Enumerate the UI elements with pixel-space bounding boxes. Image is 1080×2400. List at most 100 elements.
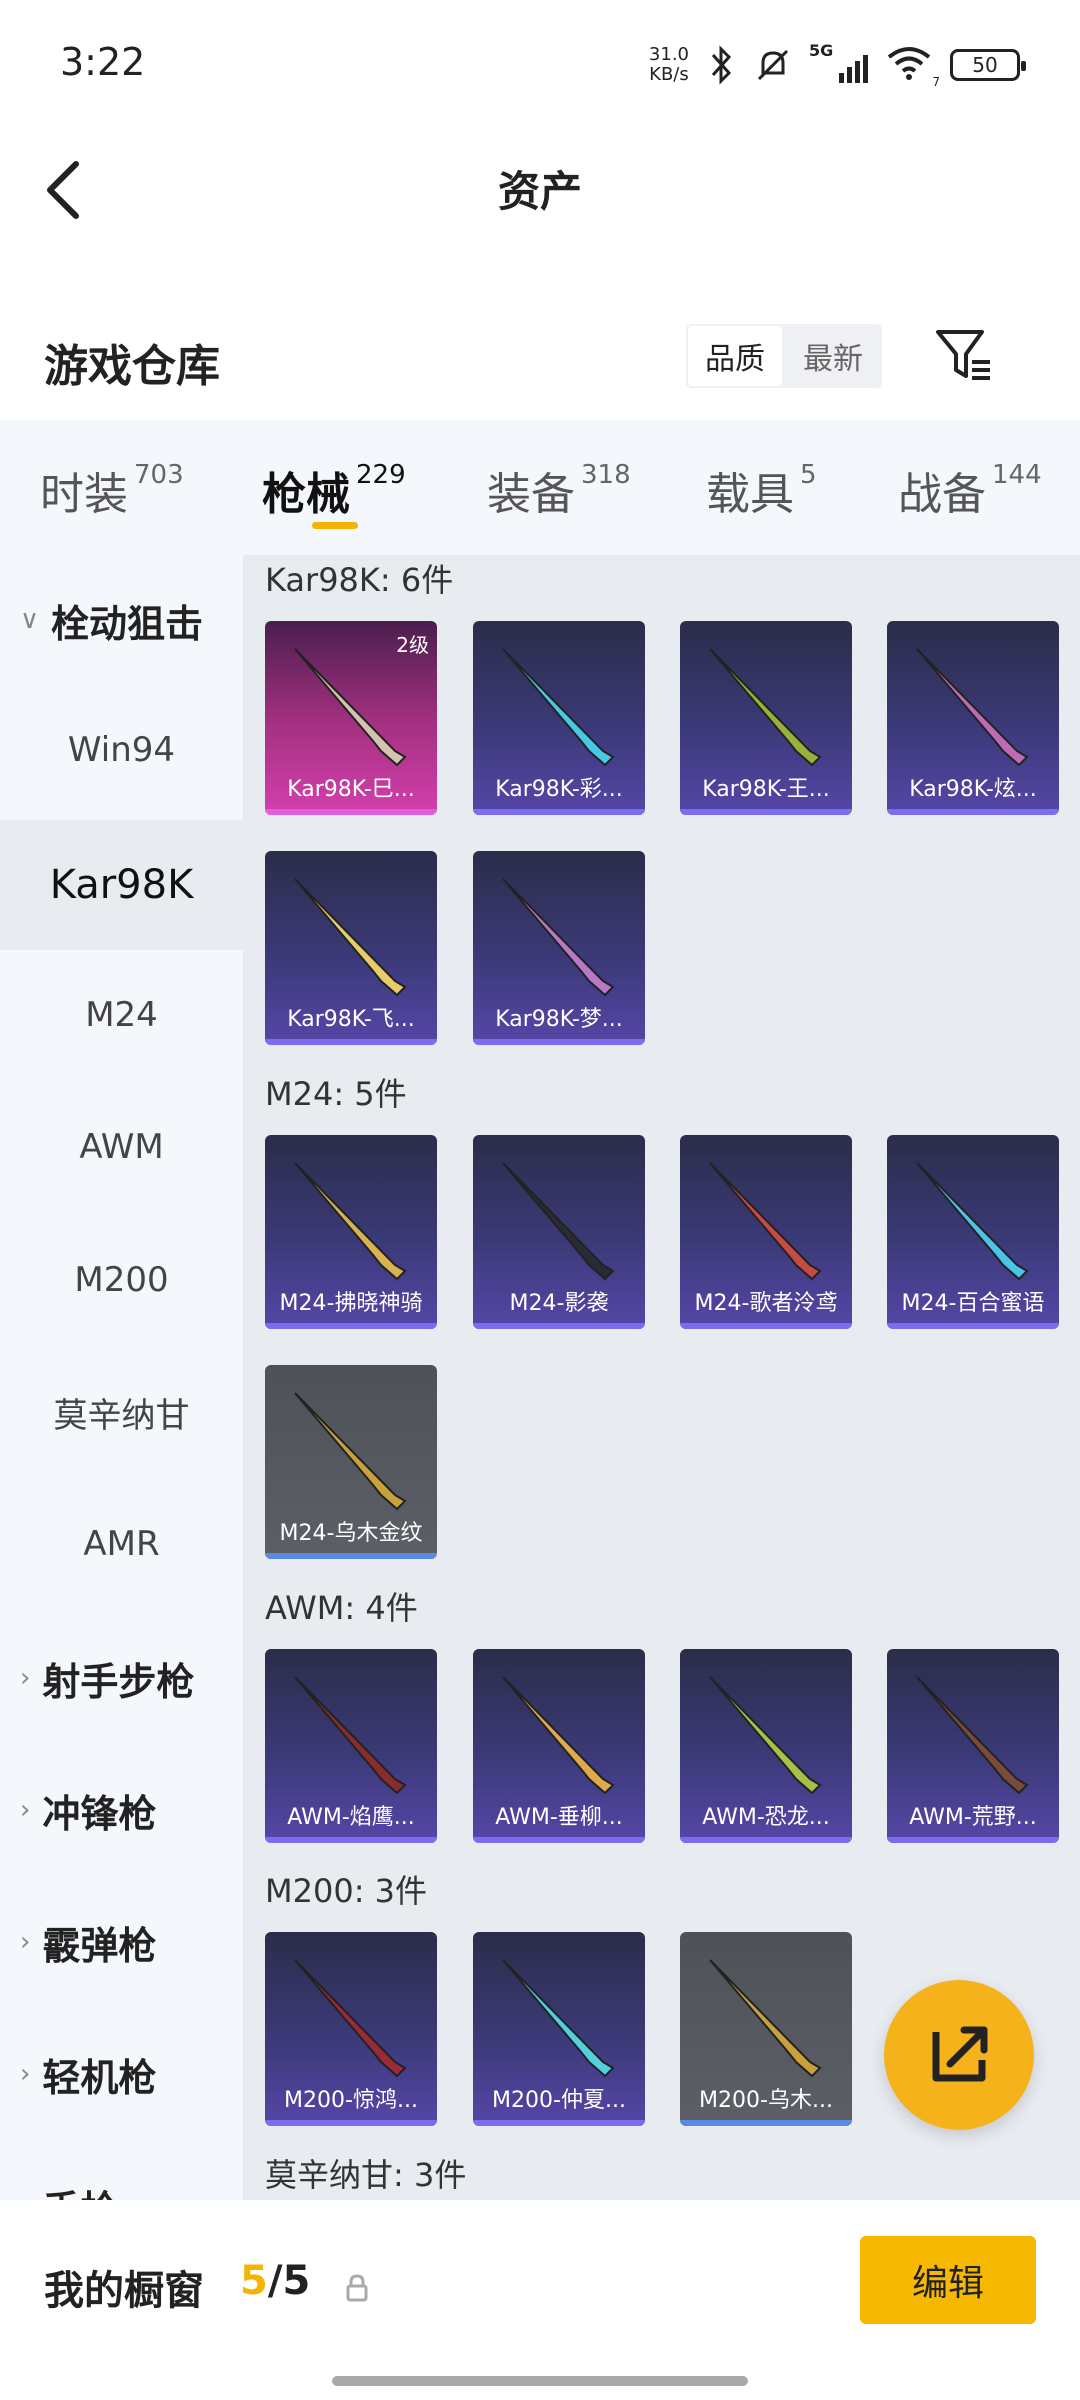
weapon-name: M200-乌木... [699, 2088, 833, 2113]
weapon-card[interactable]: AWM-垂柳... [473, 1649, 645, 1843]
weapon-card[interactable]: Kar98K-王... [680, 621, 852, 815]
weapon-card[interactable]: M24-歌者泠鸢 [680, 1135, 852, 1329]
weapon-card[interactable]: AWM-荒野... [887, 1649, 1059, 1843]
showcase-count: 5/5 [240, 2258, 310, 2304]
weapon-name: Kar98K-飞... [287, 1007, 415, 1032]
weapon-card[interactable]: Kar98K-炫... [887, 621, 1059, 815]
weapon-name: Kar98K-梦... [495, 1007, 623, 1032]
chevron-right-icon: › [20, 1795, 31, 1825]
weapon-name: Kar98K-彩... [495, 777, 623, 802]
rarity-bar [887, 809, 1059, 815]
sidebar-item-amr[interactable]: AMR [0, 1479, 243, 1609]
rifle-icon [502, 1676, 615, 1795]
weapon-name: AWM-荒野... [909, 1805, 1037, 1830]
section-title-mosin: 莫辛纳甘: 3件 [265, 2156, 467, 2194]
chevron-right-icon: › [20, 2191, 30, 2200]
page-title: 资产 [497, 167, 582, 216]
sidebar-group-smg[interactable]: › 冲锋枪 [0, 1745, 243, 1875]
sort-newest-option[interactable]: 最新 [784, 324, 882, 388]
weapon-card[interactable]: AWM-恐龙... [680, 1649, 852, 1843]
weapon-name: M24-拂晓神骑 [279, 1291, 423, 1316]
weapon-name: Kar98K-巳... [287, 777, 415, 802]
sidebar-item-win94[interactable]: Win94 [0, 685, 243, 815]
rifle-icon [502, 648, 615, 767]
rarity-bar [473, 1837, 645, 1843]
sidebar-item-mosin[interactable]: 莫辛纳甘 [0, 1347, 243, 1477]
sidebar-item-m200[interactable]: M200 [0, 1215, 243, 1345]
status-time: 3:22 [60, 40, 146, 84]
sidebar-group-pistol[interactable]: › 手枪 [0, 2141, 243, 2201]
level-badge: 2级 [396, 633, 429, 657]
sidebar-item-m24[interactable]: M24 [0, 950, 243, 1080]
sort-quality-option[interactable]: 品质 [686, 324, 784, 388]
sidebar-group-label: 手枪 [42, 2179, 118, 2201]
sidebar-group-lmg[interactable]: › 轻机枪 [0, 2009, 243, 2139]
rifle-icon [916, 648, 1029, 767]
weapon-type-sidebar: ∨ 栓动狙击 Win94 Kar98K M24 AWM M200 莫辛纳甘 AM… [0, 555, 243, 2200]
gesture-nav-handle [332, 2376, 748, 2386]
weapon-card[interactable]: M24-百合蜜语 [887, 1135, 1059, 1329]
mute-icon [757, 49, 789, 81]
sidebar-group-shotgun[interactable]: › 霰弹枪 [0, 1877, 243, 2007]
tab-vehicles[interactable]: 载具 5 [706, 458, 817, 522]
filter-icon[interactable] [932, 322, 996, 386]
weapon-grid: Kar98K: 6件 M24: 5件 AWM: 4件 M200: 3件 莫辛纳甘… [243, 555, 1080, 2200]
tab-label: 枪械 [262, 469, 350, 520]
sidebar-group-label: 射手步枪 [42, 1659, 195, 1704]
cellular-signal-icon: 5G [809, 41, 868, 83]
rarity-bar [473, 809, 645, 815]
showcase-label: 我的橱窗 [44, 2268, 204, 2314]
weapon-name: M24-歌者泠鸢 [694, 1291, 838, 1316]
rifle-icon [502, 1959, 615, 2078]
network-speed-value: 31.0 [648, 44, 689, 65]
chevron-right-icon: › [20, 1927, 31, 1957]
rifle-icon [709, 1162, 822, 1281]
weapon-card[interactable]: AWM-焰鹰... [265, 1649, 437, 1843]
weapon-card[interactable]: M200-乌木... [680, 1932, 852, 2126]
rifle-icon [502, 878, 615, 997]
weapon-card[interactable]: Kar98K-彩... [473, 621, 645, 815]
weapon-card[interactable]: Kar98K-飞... [265, 851, 437, 1045]
rarity-bar [887, 1837, 1059, 1843]
weapon-name: Kar98K-炫... [909, 777, 1037, 802]
rarity-bar [265, 809, 437, 815]
wifi-sub: 7 [932, 75, 940, 89]
warehouse-header: 游戏仓库 品质 最新 [0, 300, 1080, 420]
rarity-bar [473, 2120, 645, 2126]
section-title-m200: M200: 3件 [265, 1872, 428, 1910]
category-tabs: 时装 703 枪械 229 装备 318 载具 5 战备 144 [0, 420, 1080, 555]
rarity-bar [680, 2120, 852, 2126]
chevron-down-icon: ∨ [20, 605, 40, 635]
weapon-card[interactable]: M24-乌木金纹 [265, 1365, 437, 1559]
weapon-name: AWM-焰鹰... [287, 1805, 415, 1830]
header: 资产 [0, 120, 1080, 260]
sidebar-group-marksman[interactable]: › 射手步枪 [0, 1613, 243, 1743]
rarity-bar [265, 1553, 437, 1559]
edit-button[interactable]: 编辑 [860, 2236, 1036, 2324]
weapon-name: M24-百合蜜语 [901, 1291, 1045, 1316]
tab-outfits[interactable]: 时装 703 [40, 458, 184, 522]
tab-firearms[interactable]: 枪械 229 [262, 458, 406, 522]
weapon-card[interactable]: Kar98K-梦... [473, 851, 645, 1045]
weapon-card[interactable]: M24-拂晓神骑 [265, 1135, 437, 1329]
weapon-card[interactable]: M200-惊鸿... [265, 1932, 437, 2126]
rarity-bar [265, 2120, 437, 2126]
tab-count: 318 [581, 460, 631, 490]
sidebar-group-label: 冲锋枪 [42, 1791, 157, 1836]
weapon-card[interactable]: M24-影袭 [473, 1135, 645, 1329]
sidebar-item-awm[interactable]: AWM [0, 1082, 243, 1212]
network-speed: 31.0 KB/s [649, 45, 689, 85]
weapon-card[interactable]: M200-仲夏... [473, 1932, 645, 2126]
network-speed-unit: KB/s [649, 64, 689, 85]
sidebar-group-label: 霰弹枪 [42, 1923, 157, 1968]
sidebar-item-kar98k[interactable]: Kar98K [0, 820, 243, 950]
network-type: 5G [809, 41, 834, 60]
share-icon [932, 2026, 988, 2082]
tab-equipment[interactable]: 装备 318 [487, 458, 631, 522]
tab-count: 703 [134, 460, 184, 490]
sidebar-group-bolt-action[interactable]: ∨ 栓动狙击 [0, 555, 243, 685]
showcase-total: /5 [267, 2258, 311, 2304]
weapon-card[interactable]: 2级 Kar98K-巳... [265, 621, 437, 815]
share-button[interactable] [884, 1980, 1034, 2130]
tab-supplies[interactable]: 战备 144 [898, 458, 1042, 522]
